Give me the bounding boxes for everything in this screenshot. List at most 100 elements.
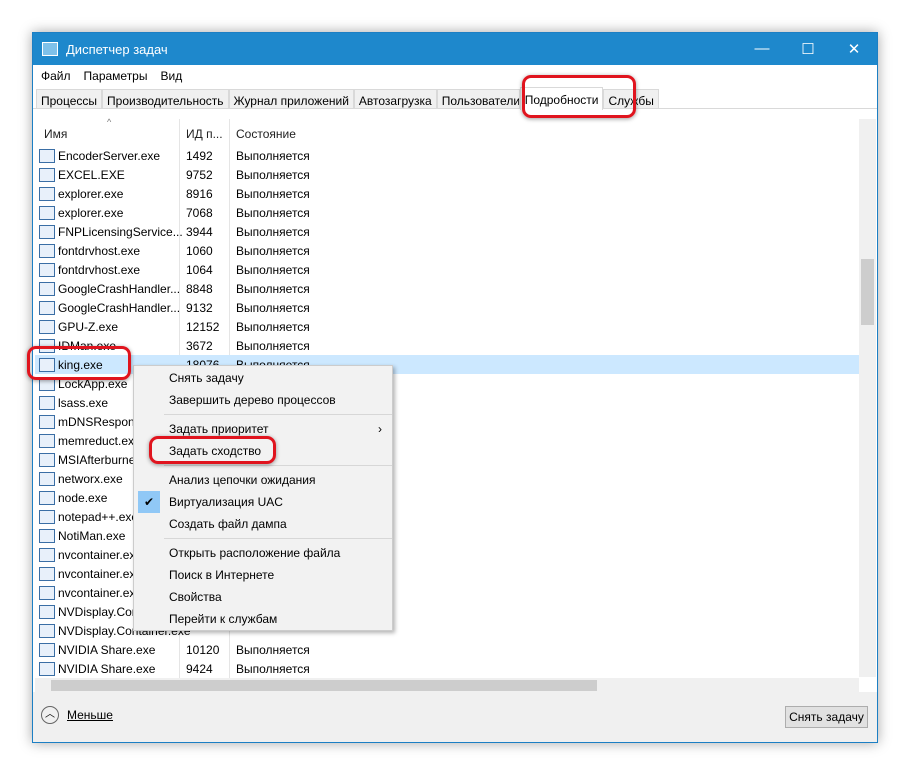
scroll-thumb[interactable] [51,680,597,691]
table-row[interactable]: NVIDIA Share.exe 10120 Выполняется [35,640,859,659]
menu-options[interactable]: Параметры [84,69,148,83]
process-pid: 3672 [186,338,213,353]
menu-item[interactable]: Открыть расположение файла [134,542,392,564]
process-name: GoogleCrashHandler... [58,300,181,315]
table-row[interactable]: GPU-Z.exe 12152 Выполняется [35,317,859,336]
process-icon [39,566,55,581]
process-pid: 10120 [186,642,220,657]
process-pid: 3944 [186,224,213,239]
highlight-menu-item [149,436,276,464]
process-icon [39,433,55,448]
table-row[interactable]: explorer.exe 7068 Выполняется [35,203,859,222]
menu-item-label: Свойства [169,590,222,604]
chevron-up-icon: ︿ [41,706,59,724]
column-pid[interactable]: ИД п... [186,127,223,141]
vertical-scrollbar[interactable] [859,119,876,677]
process-pid: 8916 [186,186,213,201]
process-status: Выполняется [236,262,310,277]
menu-item[interactable]: Создать файл дампа [134,513,392,535]
process-pid: 8848 [186,281,213,296]
checkmark-icon: ✔ [138,491,160,513]
menu-item-label: Перейти к службам [169,612,278,626]
menu-item-label: Задать приоритет [169,422,269,436]
menu-item[interactable]: ✔ Виртуализация UAC [134,491,392,513]
process-name: explorer.exe [58,186,124,201]
process-name: explorer.exe [58,205,124,220]
scroll-thumb[interactable] [861,259,874,325]
process-status: Выполняется [236,319,310,334]
process-icon [39,642,55,657]
tab-4[interactable]: Пользователи [436,89,520,108]
process-status: Выполняется [236,338,310,353]
tab-3[interactable]: Автозагрузка [353,89,437,108]
table-row[interactable]: fontdrvhost.exe 1064 Выполняется [35,260,859,279]
process-icon [39,661,55,676]
process-icon [39,490,55,505]
footer: ︿ Меньше Снять задачу [33,692,877,742]
menu-item[interactable]: Завершить дерево процессов [134,389,392,411]
menu-item-label: Снять задачу [169,371,244,385]
process-icon [39,167,55,182]
table-row[interactable]: IDMan.exe 3672 Выполняется [35,336,859,355]
process-pid: 1064 [186,262,213,277]
tab-1[interactable]: Производительность [102,89,229,108]
table-row[interactable]: explorer.exe 8916 Выполняется [35,184,859,203]
table-row[interactable]: NVIDIA Share.exe 9424 Выполняется [35,659,859,678]
task-manager-icon [42,42,58,56]
table-row[interactable]: EXCEL.EXE 9752 Выполняется [35,165,859,184]
process-name: NVIDIA Share.exe [58,642,156,657]
menu-item[interactable]: Перейти к службам [134,608,392,630]
menu-item-label: Создать файл дампа [169,517,287,531]
menu-item[interactable]: Анализ цепочки ожидания [134,469,392,491]
menu-item[interactable]: Поиск в Интернете [134,564,392,586]
process-pid: 7068 [186,205,213,220]
process-icon [39,148,55,163]
maximize-button[interactable]: ☐ [785,40,831,58]
process-status: Выполняется [236,186,310,201]
end-task-button[interactable]: Снять задачу [785,706,868,728]
menu-view[interactable]: Вид [160,69,182,83]
process-icon [39,509,55,524]
menu-item[interactable]: Свойства [134,586,392,608]
column-header: Имя ^ ИД п... Состояние [33,117,859,146]
menu-item[interactable]: Снять задачу [134,367,392,389]
process-name: fontdrvhost.exe [58,243,141,258]
process-pid: 9424 [186,661,213,676]
process-icon [39,623,55,638]
menu-file[interactable]: Файл [41,69,71,83]
table-row[interactable]: fontdrvhost.exe 1060 Выполняется [35,241,859,260]
process-pid: 9132 [186,300,213,315]
process-name: GoogleCrashHandler... [58,281,181,296]
process-name: fontdrvhost.exe [58,262,141,277]
menu-item-label: Виртуализация UAC [169,495,283,509]
process-icon [39,281,55,296]
process-pid: 12152 [186,319,220,334]
menu-item-label: Анализ цепочки ожидания [169,473,316,487]
process-icon [39,262,55,277]
process-status: Выполняется [236,167,310,182]
table-row[interactable]: GoogleCrashHandler... 9132 Выполняется [35,298,859,317]
horizontal-scrollbar[interactable] [35,678,859,693]
less-details-button[interactable]: ︿ Меньше [41,706,113,724]
process-status: Выполняется [236,243,310,258]
minimize-button[interactable]: — [739,40,785,58]
process-name: EXCEL.EXE [58,167,125,182]
tab-0[interactable]: Процессы [36,89,103,108]
process-icon [39,395,55,410]
process-icon [39,186,55,201]
table-row[interactable]: GoogleCrashHandler... 8848 Выполняется [35,279,859,298]
column-name[interactable]: Имя [44,127,67,141]
table-row[interactable]: EncoderServer.exe 1492 Выполняется [35,146,859,165]
menu-item-label: Открыть расположение файла [169,546,341,560]
column-status[interactable]: Состояние [236,127,296,141]
process-name: FNPLicensingService... [58,224,183,239]
table-row[interactable]: FNPLicensingService... 3944 Выполняется [35,222,859,241]
menu-bar: Файл Параметры Вид [33,65,877,87]
highlight-tab [522,75,636,118]
highlight-process [27,346,131,380]
close-button[interactable]: ✕ [831,40,877,58]
tab-2[interactable]: Журнал приложений [228,89,354,108]
process-status: Выполняется [236,224,310,239]
process-status: Выполняется [236,661,310,676]
menu-separator [164,414,392,415]
